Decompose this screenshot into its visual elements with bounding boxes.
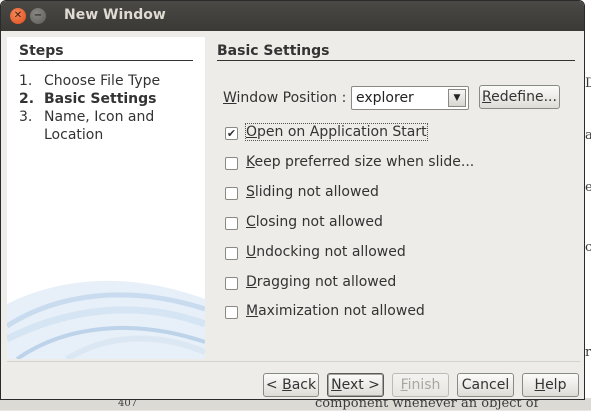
label-mnemonic: O [246,124,258,140]
background-text-fragment: e [585,180,591,195]
background-text-fragment: r [585,345,591,360]
background-text-fragment: c [585,240,591,255]
checkbox-label: Sliding not allowed [246,184,379,200]
section-title: Basic Settings [217,43,330,59]
button-mnemonic: N [331,377,342,393]
checkbox[interactable] [225,157,238,170]
label-text: losing not allowed [255,214,383,230]
label-mnemonic: C [246,214,256,230]
background-text-fragment: D [585,76,591,91]
checkbox-label: Keep preferred size when slide... [246,154,474,170]
checkbox[interactable] [225,306,238,319]
dropdown-value: explorer [356,90,414,106]
label-mnemonic: S [246,184,255,200]
step-number: 1. [19,73,33,89]
step-choose-file-type: 1. Choose File Type [19,73,160,89]
checkbox[interactable]: ✔ [225,127,238,140]
label-text: pen on Application Start [257,124,427,140]
button-prefix: < [265,377,283,393]
cancel-button[interactable]: Cancel [457,373,514,397]
window-position-label: Window Position : [223,90,346,106]
button-mnemonic: R [482,89,492,105]
button-label: edefine... [491,89,557,105]
minimize-icon[interactable]: − [30,8,46,24]
step-label: Name, Icon and [44,109,155,125]
step-number: 3. [19,109,33,125]
button-label: inish [407,377,441,393]
checkbox-label: Open on Application Start [245,123,428,141]
new-window-dialog: ✕ − New Window Steps 1. Choose File Type … [0,0,585,400]
button-label: elp [545,377,567,393]
checkbox[interactable] [225,187,238,200]
step-label: Choose File Type [44,73,161,89]
button-bar-divider [7,361,580,362]
label-text: ragging not allowed [256,274,397,290]
label-mnemonic: U [246,244,257,260]
label-mnemonic: W [223,90,237,106]
button-label: ack [291,377,317,393]
close-icon[interactable]: ✕ [10,8,26,24]
steps-divider [19,60,193,61]
step-number: 2. [19,91,35,107]
checkbox[interactable] [225,217,238,230]
finish-button[interactable]: Finish [392,373,449,397]
steps-title: Steps [19,43,64,59]
window-title: New Window [64,7,166,23]
section-divider [217,60,575,61]
label-mnemonic: D [246,274,257,290]
button-mnemonic: F [400,377,408,393]
back-button[interactable]: < Back [263,373,319,397]
label-text: ndocking not allowed [256,244,406,260]
step-name-icon-location-continued: Location [19,127,103,143]
label-text: liding not allowed [254,184,379,200]
next-button[interactable]: Next > [327,373,384,397]
checkbox-label: Undocking not allowed [246,244,406,260]
label-mnemonic: M [246,303,259,319]
label-text: eep preferred size when slide... [254,154,475,170]
button-mnemonic: B [282,377,292,393]
help-button[interactable]: Help [522,373,579,397]
checkbox-label: Maximization not allowed [246,303,425,319]
background-text-fragment: a [585,128,591,143]
label-text: aximization not allowed [258,303,425,319]
step-name-icon-location: 3. Name, Icon and [19,109,154,125]
step-basic-settings: 2. Basic Settings [19,91,157,107]
steps-panel: Steps 1. Choose File Type 2. Basic Setting… [7,37,205,359]
checkbox-label: Dragging not allowed [246,274,396,290]
label-text: indow Position : [236,90,347,106]
title-bar[interactable]: ✕ − New Window [1,1,584,31]
step-label: Basic Settings [44,91,157,107]
decorative-swoosh-graphic [7,280,205,359]
window-position-dropdown[interactable]: explorer ▼ [351,86,469,110]
checkbox[interactable] [225,247,238,260]
checkbox[interactable] [225,277,238,290]
checkbox-label: Closing not allowed [246,214,383,230]
redefine-button[interactable]: Redefine... [479,85,560,109]
button-mnemonic: H [534,377,546,393]
step-label: Location [44,127,104,143]
button-label: ext > [341,377,380,393]
chevron-down-icon[interactable]: ▼ [448,89,466,107]
